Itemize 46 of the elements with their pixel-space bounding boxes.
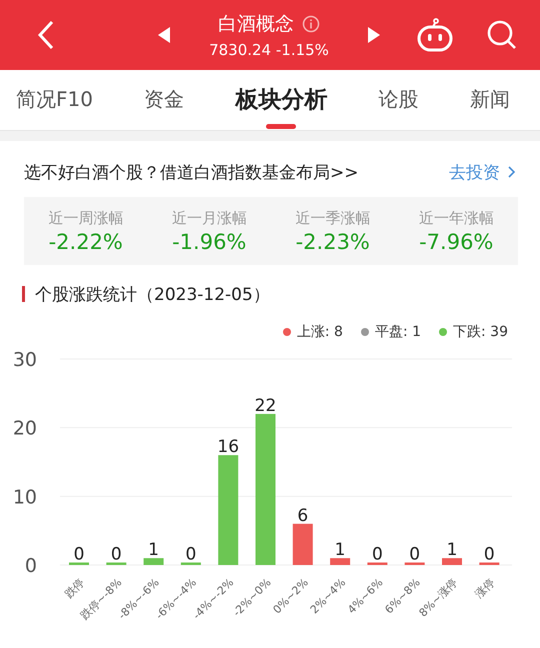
y-axis-label: 20 xyxy=(12,418,37,440)
stat-value: -7.96% xyxy=(419,230,494,254)
robot-icon[interactable] xyxy=(416,18,454,52)
stat-label: 近一季涨幅 xyxy=(295,208,370,228)
y-axis-label: 30 xyxy=(12,349,37,371)
search-icon[interactable] xyxy=(486,19,518,51)
next-icon[interactable] xyxy=(368,27,380,43)
tab[interactable]: 资金 xyxy=(144,86,184,113)
bar-value-label: 6 xyxy=(297,506,308,526)
bar-value-label: 1 xyxy=(148,540,160,560)
stat-value: -2.22% xyxy=(48,230,123,254)
x-axis-label: 跌停 xyxy=(62,576,88,601)
stat-value: -2.23% xyxy=(296,230,370,254)
bar-value-label: 16 xyxy=(217,437,240,458)
bar-value-label: 1 xyxy=(446,540,458,560)
x-axis-label: 涨停 xyxy=(472,576,498,601)
previous-icon[interactable] xyxy=(158,27,170,43)
tab[interactable]: 论股 xyxy=(378,86,419,113)
y-axis-label: 0 xyxy=(24,555,37,577)
stat-label: 近一年涨幅 xyxy=(418,208,494,228)
bar-value-label: 0 xyxy=(372,544,383,564)
chevron-icon[interactable] xyxy=(508,166,516,178)
legend-label: 下跌: 39 xyxy=(453,323,508,341)
bar-value-label: 0 xyxy=(74,544,84,564)
back-icon[interactable] xyxy=(38,20,54,50)
legend-label: 平盘: 1 xyxy=(374,323,422,341)
promo-text: 选不好白酒个股？借道白酒指数基金布局>> xyxy=(24,162,360,184)
bar-value-label: 1 xyxy=(334,540,346,560)
stat-label: 近一月涨幅 xyxy=(172,208,247,228)
info-icon[interactable] xyxy=(302,15,320,33)
sector-title: 白酒概念 xyxy=(218,12,294,37)
y-axis-label: 10 xyxy=(12,486,37,508)
stat-label: 近一周涨幅 xyxy=(48,208,124,228)
legend-label: 上涨: 8 xyxy=(296,323,343,341)
index-quote: 7830.24 -1.15% xyxy=(209,41,329,59)
tab[interactable]: 板块分析 xyxy=(235,84,328,115)
bar-value-label: 0 xyxy=(110,544,122,564)
stat-value: -1.96% xyxy=(172,230,246,254)
tab[interactable]: 新闻 xyxy=(470,86,510,113)
section-marker xyxy=(22,286,25,302)
tab[interactable]: 简况F10 xyxy=(16,86,93,113)
bar-value-label: 0 xyxy=(484,544,495,564)
bar-value-label: 0 xyxy=(409,544,420,564)
section-title: 个股涨跌统计（2023-12-05） xyxy=(35,284,270,306)
bar-value-label: 0 xyxy=(185,544,196,564)
bar-value-label: 22 xyxy=(254,396,276,416)
